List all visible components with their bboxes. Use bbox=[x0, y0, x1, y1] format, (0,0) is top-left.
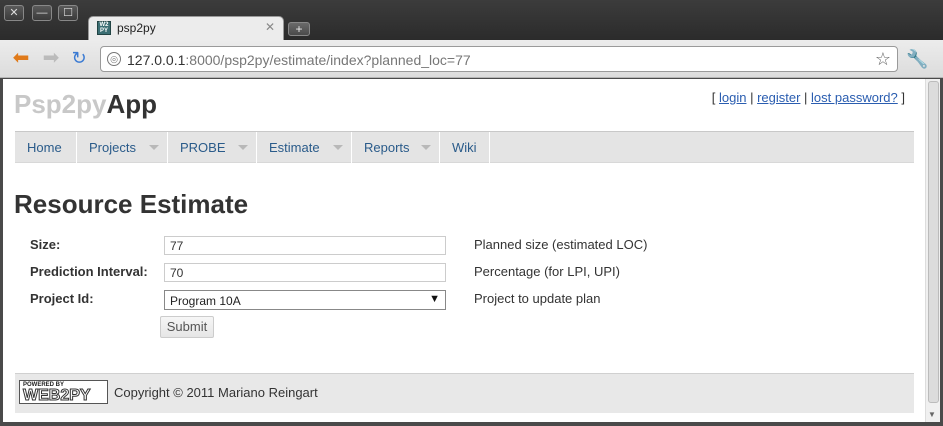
auth-links: [ login | register | lost password? ] bbox=[712, 90, 905, 105]
back-arrow-icon[interactable]: ⬅ bbox=[10, 48, 32, 70]
dropdown-arrow-icon: ▼ bbox=[429, 293, 440, 305]
page-viewport: Psp2pyApp [ login | register | lost pass… bbox=[3, 79, 925, 422]
menu-item-label: Home bbox=[27, 140, 62, 155]
size-help: Planned size (estimated LOC) bbox=[474, 237, 648, 252]
project-id-selected: Program 10A bbox=[170, 294, 241, 308]
window-close-button[interactable]: ✕ bbox=[4, 5, 24, 21]
url-path: :8000/psp2py/estimate/index?planned_loc=… bbox=[185, 52, 471, 68]
project-id-help: Project to update plan bbox=[474, 291, 601, 306]
login-link[interactable]: login bbox=[719, 90, 746, 105]
auth-close-bracket: ] bbox=[897, 90, 905, 105]
menu-item-projects[interactable]: Projects bbox=[77, 132, 168, 163]
prediction-interval-input[interactable] bbox=[164, 263, 446, 282]
web2py-logo[interactable]: POWERED BY WEB2PY bbox=[19, 380, 108, 405]
auth-open-bracket: [ bbox=[711, 90, 719, 105]
tab-title: psp2py bbox=[117, 21, 156, 35]
scroll-down-arrow-icon[interactable]: ▼ bbox=[928, 410, 936, 419]
window-titlebar: ✕ — ☐ W2 PY psp2py ✕ + bbox=[0, 0, 943, 40]
lost-password-link[interactable]: lost password? bbox=[811, 90, 898, 105]
bookmark-star-icon[interactable]: ☆ bbox=[875, 49, 891, 70]
brand-dark: App bbox=[106, 89, 158, 119]
menu-item-probe[interactable]: PROBE bbox=[168, 132, 257, 163]
main-menu: Home Projects PROBE Estimate Reports Wik… bbox=[15, 131, 914, 163]
address-bar[interactable]: ◎ 127.0.0.1:8000/psp2py/estimate/index?p… bbox=[100, 46, 898, 72]
window-maximize-button[interactable]: ☐ bbox=[58, 5, 78, 21]
page-title: Resource Estimate bbox=[14, 189, 249, 219]
menu-item-reports[interactable]: Reports bbox=[352, 132, 440, 163]
app-brand[interactable]: Psp2pyApp bbox=[14, 89, 157, 120]
menu-item-label: Wiki bbox=[452, 140, 477, 155]
page-footer: POWERED BY WEB2PY Copyright © 2011 Maria… bbox=[15, 373, 914, 413]
menu-item-wiki[interactable]: Wiki bbox=[440, 132, 490, 163]
menu-item-home[interactable]: Home bbox=[15, 132, 77, 163]
reload-icon[interactable]: ↻ bbox=[68, 48, 90, 70]
scrollbar-thumb[interactable] bbox=[928, 81, 939, 403]
menu-item-label: Reports bbox=[364, 140, 410, 155]
caret-down-icon bbox=[149, 145, 159, 150]
window-minimize-button[interactable]: — bbox=[32, 5, 52, 21]
prediction-interval-help: Percentage (for LPI, UPI) bbox=[474, 264, 620, 279]
web2py-favicon-icon: W2 PY bbox=[97, 21, 111, 35]
caret-down-icon bbox=[333, 145, 343, 150]
prediction-interval-label: Prediction Interval: bbox=[30, 264, 148, 279]
size-label: Size: bbox=[30, 237, 61, 252]
brand-light: Psp2py bbox=[14, 89, 107, 119]
copyright-text: Copyright © 2011 Mariano Reingart bbox=[114, 385, 318, 400]
size-input[interactable] bbox=[164, 236, 446, 255]
new-tab-button[interactable]: + bbox=[288, 22, 310, 36]
auth-sep-2: | bbox=[800, 90, 812, 105]
menu-item-label: PROBE bbox=[180, 140, 226, 155]
browser-toolbar: ⬅ ➡ ↻ ◎ 127.0.0.1:8000/psp2py/estimate/i… bbox=[0, 40, 943, 78]
project-id-label: Project Id: bbox=[30, 291, 94, 306]
project-id-select[interactable]: Program 10A ▼ bbox=[164, 290, 446, 310]
menu-item-label: Estimate bbox=[269, 140, 320, 155]
submit-button[interactable]: Submit bbox=[160, 316, 214, 338]
address-url[interactable]: 127.0.0.1:8000/psp2py/estimate/index?pla… bbox=[127, 52, 471, 68]
menu-item-label: Projects bbox=[89, 140, 136, 155]
globe-icon: ◎ bbox=[107, 52, 121, 66]
forward-arrow-icon[interactable]: ➡ bbox=[40, 48, 62, 70]
caret-down-icon bbox=[421, 145, 431, 150]
logo-web2py: WEB2PY bbox=[23, 387, 92, 405]
url-host: 127.0.0.1 bbox=[127, 52, 186, 68]
menu-item-estimate[interactable]: Estimate bbox=[257, 132, 352, 163]
tab-close-icon[interactable]: ✕ bbox=[265, 20, 275, 34]
caret-down-icon bbox=[238, 145, 248, 150]
vertical-scrollbar[interactable]: ▼ bbox=[925, 79, 940, 422]
auth-sep-1: | bbox=[746, 90, 758, 105]
wrench-menu-icon[interactable]: 🔧 bbox=[906, 49, 928, 70]
register-link[interactable]: register bbox=[757, 90, 800, 105]
browser-tab[interactable]: W2 PY psp2py ✕ bbox=[88, 16, 284, 40]
